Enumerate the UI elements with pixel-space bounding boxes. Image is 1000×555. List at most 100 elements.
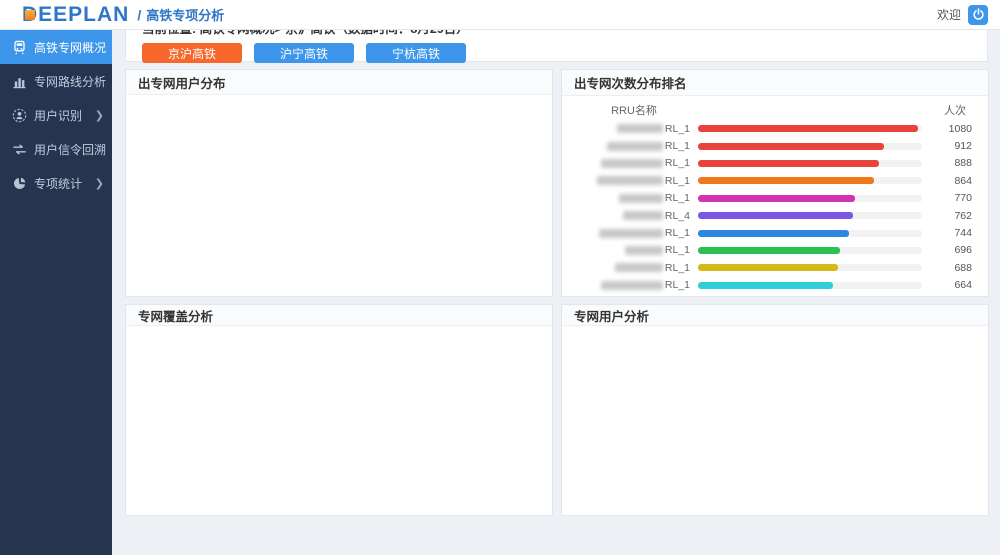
sidebar-item-label: 用户识别 xyxy=(34,107,95,124)
rru-name-suffix: RL_1 xyxy=(665,157,690,169)
logo-text: DEEPLAN xyxy=(22,4,129,25)
user-icon xyxy=(12,108,27,123)
panel-exit-ranking: 出专网次数分布排名 RRU名称 人次 RL_11080RL_1912RL_188… xyxy=(561,69,989,297)
panel-coverage-analysis: 专网覆盖分析 xyxy=(125,304,553,516)
map-canvas[interactable] xyxy=(126,95,552,296)
bar-track xyxy=(698,230,922,237)
ranking-col-value: 人次 xyxy=(944,102,972,118)
bar-chart-icon xyxy=(12,74,27,89)
sidebar-item-1[interactable]: 高铁专网概况 xyxy=(0,30,112,64)
bar-track xyxy=(698,264,922,271)
rru-name-suffix: RL_1 xyxy=(665,262,690,274)
blurred-name xyxy=(601,281,663,290)
bar-fill xyxy=(698,177,874,184)
ranking-col-name: RRU名称 xyxy=(578,102,690,118)
train-icon xyxy=(12,40,27,55)
rail-line-button-2[interactable]: 沪宁高铁 xyxy=(254,43,354,63)
panel-title: 专网覆盖分析 xyxy=(126,305,552,326)
coverage-chart xyxy=(126,326,552,510)
rru-name: RL_1 xyxy=(578,157,690,169)
bar-fill xyxy=(698,125,918,132)
bar-value: 762 xyxy=(926,210,972,222)
bar-value: 770 xyxy=(926,192,972,204)
blurred-name xyxy=(597,176,663,185)
rru-name: RL_1 xyxy=(578,123,690,135)
blurred-name xyxy=(625,246,663,255)
rru-name: RL_1 xyxy=(578,175,690,187)
rru-name-suffix: RL_1 xyxy=(665,244,690,256)
sidebar-item-label: 用户信令回溯 xyxy=(34,141,106,158)
rru-name: RL_1 xyxy=(578,192,690,204)
rru-name: RL_1 xyxy=(578,244,690,256)
bar-track xyxy=(698,282,922,289)
bar-fill xyxy=(698,264,838,271)
rail-line-buttons: 京沪高铁沪宁高铁宁杭高铁 xyxy=(142,43,971,63)
chevron-right-icon: ❯ xyxy=(95,109,104,122)
ranking-header: RRU名称 人次 xyxy=(562,96,988,120)
sidebar: 高铁专网概况专网路线分析用户识别❯用户信令回溯专项统计❯ xyxy=(0,30,112,555)
blurred-name xyxy=(607,142,663,151)
bar-fill xyxy=(698,160,879,167)
main-content: 当前位置: 高铁专网概况> 京沪高铁（数据时间：8月29日） 京沪高铁沪宁高铁宁… xyxy=(112,0,1000,524)
panel-user-analysis: 专网用户分析 xyxy=(561,304,989,516)
sidebar-item-4[interactable]: 用户信令回溯 xyxy=(0,132,112,166)
rru-name-suffix: RL_1 xyxy=(665,175,690,187)
ranking-row: RL_1 770 xyxy=(578,190,972,207)
sidebar-item-3[interactable]: 用户识别❯ xyxy=(0,98,112,132)
rru-name: RL_1 xyxy=(578,279,690,291)
signal-arrows-icon xyxy=(12,142,27,157)
ranking-row: RL_1 864 xyxy=(578,172,972,189)
rru-name: RL_4 xyxy=(578,210,690,222)
blurred-name xyxy=(623,211,663,220)
bar-value: 744 xyxy=(926,227,972,239)
rru-name-suffix: RL_4 xyxy=(665,210,690,222)
bar-fill xyxy=(698,247,840,254)
pie-chart-icon xyxy=(12,176,27,191)
bar-fill xyxy=(698,195,855,202)
bar-value: 888 xyxy=(926,157,972,169)
bar-fill xyxy=(698,143,884,150)
blurred-name xyxy=(599,229,663,238)
rru-name-suffix: RL_1 xyxy=(665,227,690,239)
blurred-name xyxy=(619,194,663,203)
ranking-row: RL_1912 xyxy=(578,137,972,154)
blurred-name xyxy=(601,159,663,168)
bar-track xyxy=(698,247,922,254)
blurred-name xyxy=(617,124,663,133)
rail-line-button-3[interactable]: 宁杭高铁 xyxy=(366,43,466,63)
sidebar-item-label: 专网路线分析 xyxy=(34,73,106,90)
rru-name: RL_1 xyxy=(578,227,690,239)
app-title: 高铁专项分析 xyxy=(146,5,224,24)
bar-track xyxy=(698,177,922,184)
panel-title: 专网用户分析 xyxy=(562,305,988,326)
users-chart xyxy=(562,326,988,510)
app-logo: DEEPLAN / 高铁专项分析 xyxy=(22,4,224,25)
welcome-text: 欢迎 xyxy=(937,6,961,23)
bar-fill xyxy=(698,282,833,289)
sidebar-item-label: 高铁专网概况 xyxy=(34,39,106,56)
rail-line-button-1[interactable]: 京沪高铁 xyxy=(142,43,242,63)
logo-separator: / xyxy=(137,7,141,23)
ranking-row: RL_1 744 xyxy=(578,224,972,241)
rru-name-suffix: RL_1 xyxy=(665,192,690,204)
bar-value: 696 xyxy=(926,244,972,256)
rru-name-suffix: RL_1 xyxy=(665,123,690,135)
ranking-row: RL_1 664 xyxy=(578,277,972,294)
bar-value: 864 xyxy=(926,175,972,187)
ranking-row: RL_1688 xyxy=(578,259,972,276)
bar-value: 1080 xyxy=(926,123,972,135)
bar-value: 664 xyxy=(926,279,972,291)
panel-title: 出专网次数分布排名 xyxy=(562,70,988,96)
panel-user-distribution: 出专网用户分布 xyxy=(125,69,553,297)
bar-fill xyxy=(698,230,849,237)
blurred-name xyxy=(615,263,663,272)
ranking-row: RL_1 1080 xyxy=(578,120,972,137)
sidebar-item-label: 专项统计 xyxy=(34,175,95,192)
rru-name-suffix: RL_1 xyxy=(665,140,690,152)
bar-track xyxy=(698,125,922,132)
ranking-row: RL_1 888 xyxy=(578,155,972,172)
sidebar-item-5[interactable]: 专项统计❯ xyxy=(0,166,112,200)
sidebar-item-2[interactable]: 专网路线分析 xyxy=(0,64,112,98)
panel-title: 出专网用户分布 xyxy=(126,70,552,95)
power-button[interactable] xyxy=(968,5,988,25)
